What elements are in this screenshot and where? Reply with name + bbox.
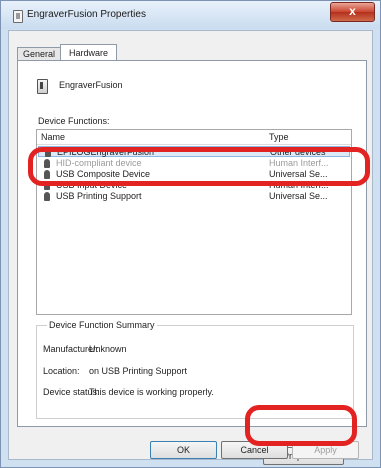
summary-legend: Device Function Summary	[47, 320, 157, 330]
window-title: EngraverFusion Properties	[27, 9, 146, 20]
tab-hardware[interactable]: Hardware	[60, 44, 117, 61]
list-header: Name Type	[37, 130, 351, 145]
manufacturer-value: Unknown	[89, 344, 127, 354]
device-icon	[13, 10, 23, 23]
dialog-body: General Hardware EngraverFusion Device F…	[8, 30, 373, 460]
tab-general[interactable]: General	[17, 47, 61, 61]
device-name: EngraverFusion	[59, 80, 123, 90]
status-value: This device is working properly.	[89, 387, 214, 397]
column-type-header[interactable]: Type	[269, 132, 289, 142]
ok-button[interactable]: OK	[150, 441, 217, 459]
column-name-header[interactable]: Name	[41, 132, 65, 142]
location-label: Location:	[43, 366, 80, 376]
button-highlight-annotation	[245, 405, 357, 446]
device-functions-label: Device Functions:	[38, 116, 110, 126]
row-type: Universal Se...	[269, 191, 328, 201]
title-bar: EngraverFusion Properties x	[1, 1, 380, 29]
usb-icon	[44, 192, 50, 201]
properties-window: EngraverFusion Properties x General Hard…	[0, 0, 381, 468]
device-icon	[37, 79, 48, 94]
location-value: on USB Printing Support	[89, 366, 188, 376]
row-name: USB Printing Support	[56, 191, 142, 201]
row-highlight-annotation	[28, 147, 370, 186]
table-row[interactable]: USB Printing Support Universal Se...	[38, 191, 350, 202]
close-button[interactable]: x	[330, 2, 375, 22]
hardware-panel: EngraverFusion Device Functions: Name Ty…	[17, 60, 367, 427]
